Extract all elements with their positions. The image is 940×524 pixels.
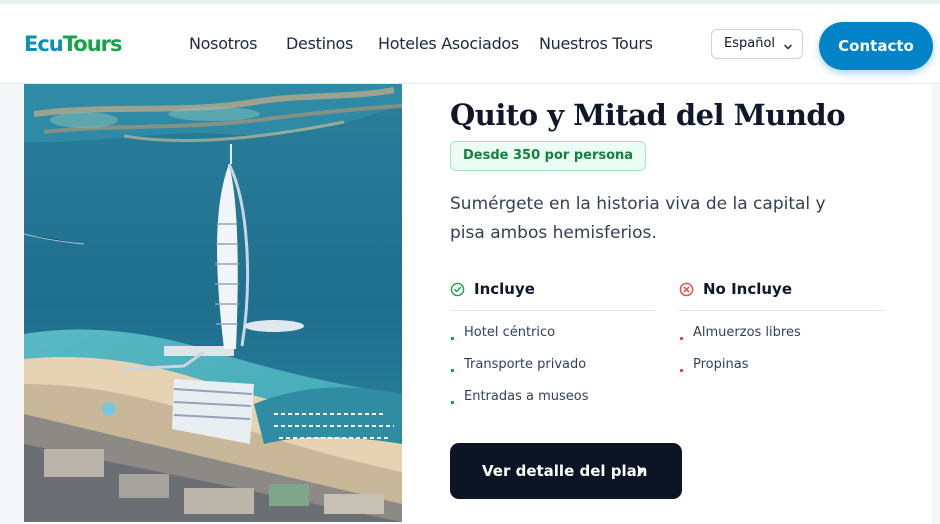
contact-button[interactable]: Contacto [819,22,933,70]
nav-link-nuestros-tours[interactable]: Nuestros Tours [539,34,653,53]
includes-item: Entradas a museos [464,389,589,404]
excludes-bullet [680,369,683,372]
includes-item: Transporte privado [464,357,587,372]
excludes-heading: No Incluye [703,280,793,298]
nav-link-hoteles-asociados[interactable]: Hoteles Asociados [378,34,519,53]
brand-logo-part1: Ecu [24,32,64,56]
language-select[interactable]: Español [711,29,803,59]
chevron-right-icon [634,464,646,482]
tour-title: Quito y Mitad del Mundo [450,98,846,132]
includes-item: Hotel céntrico [464,325,556,340]
check-circle-icon [450,282,465,301]
view-plan-button[interactable]: Ver detalle del plan [450,443,682,499]
tour-description: Sumérgete en la historia viva de la capi… [450,194,826,243]
excludes-item: Almuerzos libres [693,325,801,340]
view-plan-button-label: Ver detalle del plan [482,462,648,480]
price-badge: Desde 350 por persona [450,141,647,171]
tour-image [24,84,402,522]
x-circle-icon [679,282,694,301]
includes-bullet [451,401,454,404]
brand-logo-part2: Tours [62,32,123,56]
includes-bullet [451,369,454,372]
chevron-down-icon [782,38,794,57]
includes-bullet [451,337,454,340]
excludes-bullet [680,337,683,340]
navbar: EcuTours Nosotros Destinos Hoteles Asoci… [0,4,940,84]
excludes-divider [679,310,885,311]
includes-divider [450,310,656,311]
nav-link-destinos[interactable]: Destinos [286,34,353,53]
includes-heading: Incluye [474,280,535,298]
language-selected-label: Español [724,36,776,51]
nav-link-nosotros[interactable]: Nosotros [189,34,257,53]
brand-logo[interactable]: EcuTours [24,32,123,56]
excludes-item: Propinas [693,357,749,372]
